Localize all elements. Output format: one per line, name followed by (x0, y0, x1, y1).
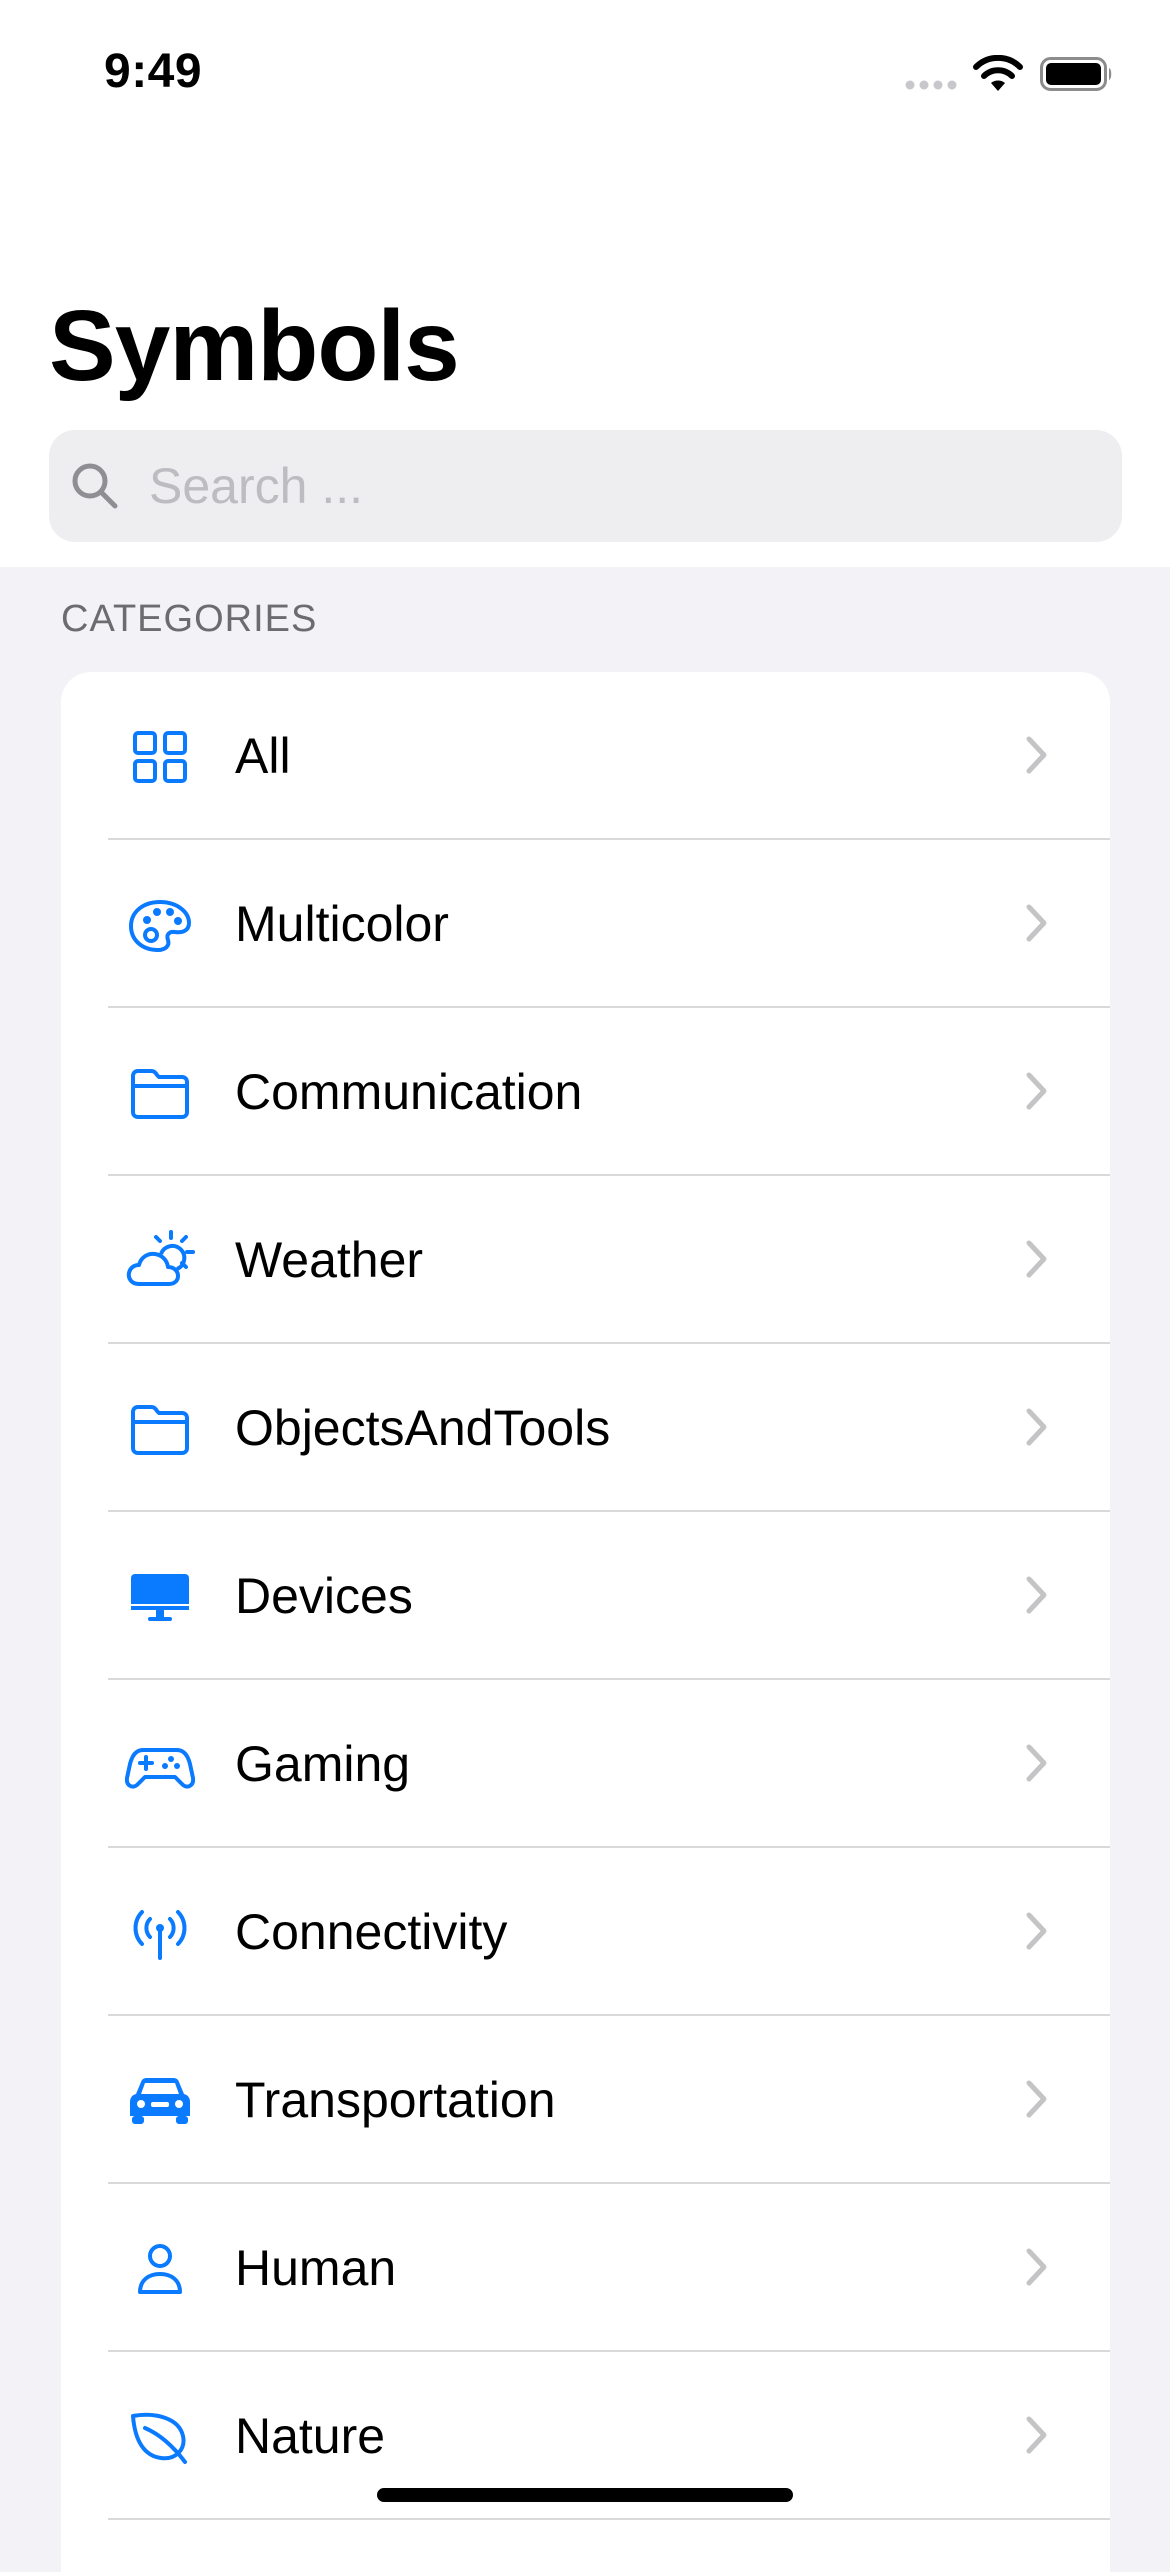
section-header: CATEGORIES (61, 598, 318, 640)
status-bar: 9:49 (0, 0, 1170, 150)
chevron-right-icon (1026, 904, 1047, 942)
list-item-label: Nature (235, 2408, 386, 2464)
antenna-radiowaves-icon (125, 1898, 195, 1968)
list-item-label: All (235, 728, 291, 784)
list-item-gaming[interactable]: Gaming (61, 1680, 1110, 1848)
list-item-connectivity[interactable]: Connectivity (61, 1848, 1110, 2016)
page-title: Symbols (49, 290, 460, 402)
navigation-header: 9:49 Symbols (0, 0, 1170, 567)
list-item-label: Transportation (235, 2072, 556, 2128)
chevron-right-icon (1026, 736, 1047, 774)
chevron-right-icon (1026, 1408, 1047, 1446)
search-bar[interactable] (49, 430, 1122, 542)
person-icon (125, 2234, 195, 2304)
status-time: 9:49 (104, 45, 203, 98)
list-item-label: Gaming (235, 1736, 411, 1792)
paintpalette-icon (125, 890, 195, 960)
chevron-right-icon (1026, 2248, 1047, 2286)
list-item-label: Weather (235, 1232, 424, 1288)
list-item-label: Devices (235, 1568, 413, 1624)
search-icon (72, 463, 118, 509)
list-item-label: Multicolor (235, 896, 449, 952)
folder-icon (125, 1394, 195, 1464)
chevron-right-icon (1026, 1744, 1047, 1782)
cellular-signal-icon (905, 80, 957, 90)
list-item-label: ObjectsAndTools (235, 1400, 611, 1456)
list-item-human[interactable]: Human (61, 2184, 1110, 2352)
car-icon (125, 2066, 195, 2136)
home-indicator[interactable] (377, 2488, 793, 2502)
search-input[interactable] (149, 430, 1089, 542)
chevron-right-icon (1026, 1576, 1047, 1614)
square-grid-2x2-icon (125, 722, 195, 792)
wifi-icon (973, 55, 1023, 91)
list-item-objectsandtools[interactable]: ObjectsAndTools (61, 1344, 1110, 1512)
chevron-right-icon (1026, 1072, 1047, 1110)
folder-icon (125, 1058, 195, 1128)
list-item-all[interactable]: All (61, 672, 1110, 840)
chevron-right-icon (1026, 2416, 1047, 2454)
list-item-label: Communication (235, 1064, 583, 1120)
cloud-sun-icon (125, 1226, 195, 1296)
leaf-icon (125, 2402, 195, 2472)
row-divider (108, 2518, 1110, 2520)
chevron-right-icon (1026, 1912, 1047, 1950)
chevron-right-icon (1026, 1240, 1047, 1278)
chevron-right-icon (1026, 2080, 1047, 2118)
list-item-multicolor[interactable]: Multicolor (61, 840, 1110, 1008)
list-item-label: Human (235, 2240, 397, 2296)
category-list: All Multicolor Communication Weather Obj… (61, 672, 1110, 2572)
gamecontroller-icon (125, 1730, 195, 1800)
list-item-weather[interactable]: Weather (61, 1176, 1110, 1344)
desktopcomputer-icon (125, 1562, 195, 1632)
battery-icon (1040, 57, 1112, 91)
list-item-transportation[interactable]: Transportation (61, 2016, 1110, 2184)
list-item-label: Connectivity (235, 1904, 508, 1960)
list-item-communication[interactable]: Communication (61, 1008, 1110, 1176)
list-item-devices[interactable]: Devices (61, 1512, 1110, 1680)
